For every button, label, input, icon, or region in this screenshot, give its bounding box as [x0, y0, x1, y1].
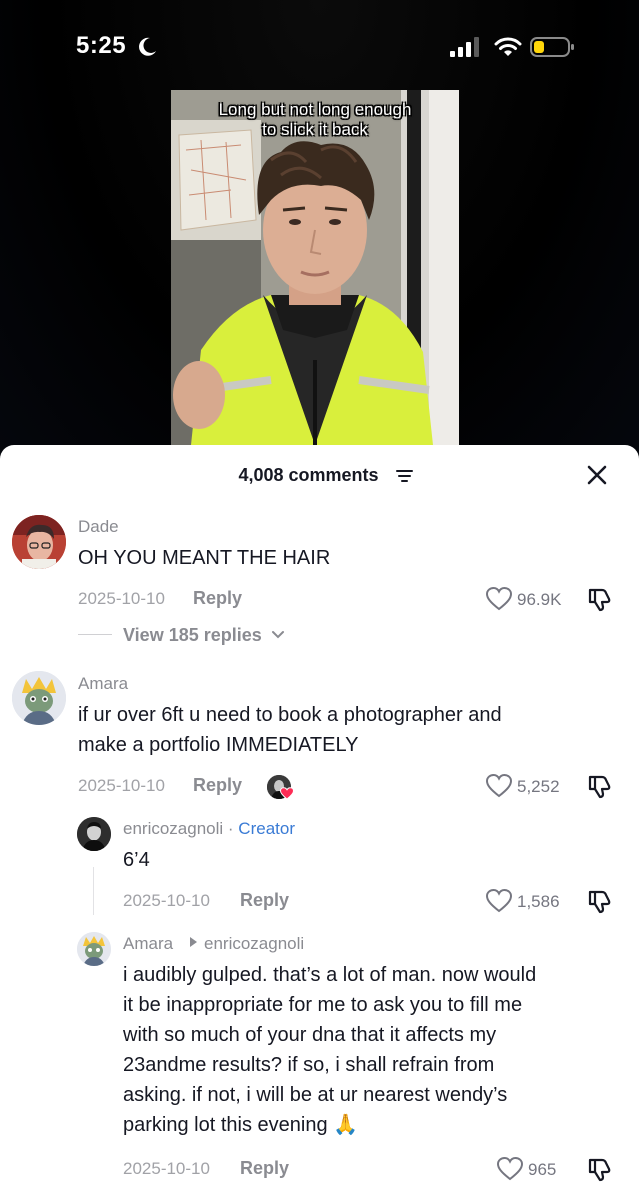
creator-badge: Creator [238, 819, 295, 838]
reply-button[interactable]: Reply [240, 890, 289, 911]
reply-username-line: enricozagnoli · Creator [123, 819, 295, 839]
heart-icon[interactable] [486, 889, 512, 913]
filter-icon[interactable] [396, 469, 413, 483]
comment-date: 2025-10-10 [78, 776, 165, 795]
liked-by-creator-badge [267, 775, 295, 801]
comment-username[interactable]: Dade [78, 517, 119, 537]
reply-button[interactable]: Reply [240, 1158, 289, 1179]
avatar-image [77, 932, 111, 966]
dislike-icon[interactable] [587, 888, 613, 914]
dislike-icon[interactable] [587, 1156, 613, 1182]
status-bar: 5:25 [0, 0, 639, 90]
reply-text-line: asking. if not, i will be at ur nearest … [123, 1084, 508, 1106]
caption-line-2: to slick it back [262, 120, 368, 139]
comment-count: 4,008 comments [0, 465, 639, 486]
view-replies-button[interactable]: View 185 replies [123, 625, 262, 646]
badge-separator: · [223, 819, 239, 838]
comment-text-line: make a portfolio IMMEDIATELY [78, 734, 359, 756]
reply-username[interactable]: enricozagnoli [123, 819, 223, 838]
heart-icon[interactable] [486, 587, 512, 611]
dislike-icon[interactable] [587, 773, 613, 799]
reply-text-line: i audibly gulped. that’s a lot of man. n… [123, 964, 537, 986]
comment-text-line: if ur over 6ft u need to book a photogra… [78, 704, 502, 726]
reply-text: 6’4 [123, 849, 150, 871]
reply-text-line: with so much of your dna that it affects… [123, 1024, 497, 1046]
comment-count-label: 4,008 comments [238, 465, 379, 485]
avatar[interactable] [77, 932, 111, 966]
comment-text: if ur over 6ft u need to book a photogra… [78, 700, 502, 760]
reply-username[interactable]: Amara [123, 934, 173, 954]
reply-date: 2025-10-10 [123, 1159, 210, 1178]
reply-arrow-icon [190, 937, 197, 947]
chevron-down-icon[interactable] [271, 629, 285, 641]
comments-header: 4,008 comments [0, 445, 639, 505]
like-count: 96.9K [517, 590, 562, 609]
reply-text: i audibly gulped. that’s a lot of man. n… [123, 960, 536, 1140]
video-caption: Long but not long enough to slick it bac… [171, 100, 459, 140]
reply-button[interactable]: Reply [193, 775, 242, 796]
avatar[interactable] [77, 817, 111, 851]
reply-button[interactable]: Reply [193, 588, 242, 609]
like-count: 965 [528, 1160, 557, 1179]
comments-sheet: 4,008 comments Dade OH YOU MEANT THE HAI… [0, 445, 639, 1200]
reply-text-line: 23andme results? if so, i shall refrain … [123, 1054, 495, 1076]
comment-username[interactable]: Amara [78, 674, 128, 694]
comment-date: 2025-10-10 [78, 589, 165, 608]
moon-icon [139, 37, 156, 56]
heart-filled-icon [280, 787, 294, 800]
reply-text-line: parking lot this evening 🙏 [123, 1114, 359, 1136]
avatar-image [12, 671, 66, 725]
heart-icon[interactable] [497, 1157, 523, 1181]
video-area: 5:25 Long but not long enough to slick i… [0, 0, 639, 460]
avatar[interactable] [12, 515, 66, 569]
reply-text-line: it be inappropriate for me to ask you to… [123, 994, 523, 1016]
avatar-image [77, 817, 111, 851]
comment-text: OH YOU MEANT THE HAIR [78, 547, 331, 569]
signal-icon [450, 37, 479, 57]
wifi-icon [494, 37, 522, 56]
close-icon[interactable] [586, 464, 608, 486]
like-count: 5,252 [517, 777, 560, 796]
heart-icon[interactable] [486, 774, 512, 798]
reply-date: 2025-10-10 [123, 891, 210, 910]
battery-icon [530, 37, 574, 57]
dislike-icon[interactable] [587, 586, 613, 612]
video-thumbnail[interactable]: Long but not long enough to slick it bac… [171, 90, 459, 445]
avatar[interactable] [12, 671, 66, 725]
reply-to-username[interactable]: enricozagnoli [204, 934, 304, 954]
replies-divider [78, 634, 112, 635]
video-image [171, 90, 459, 445]
thread-line [93, 867, 94, 915]
avatar-image [12, 515, 66, 569]
caption-line-1: Long but not long enough [218, 100, 412, 119]
like-count: 1,586 [517, 892, 560, 911]
status-time: 5:25 [76, 32, 127, 59]
